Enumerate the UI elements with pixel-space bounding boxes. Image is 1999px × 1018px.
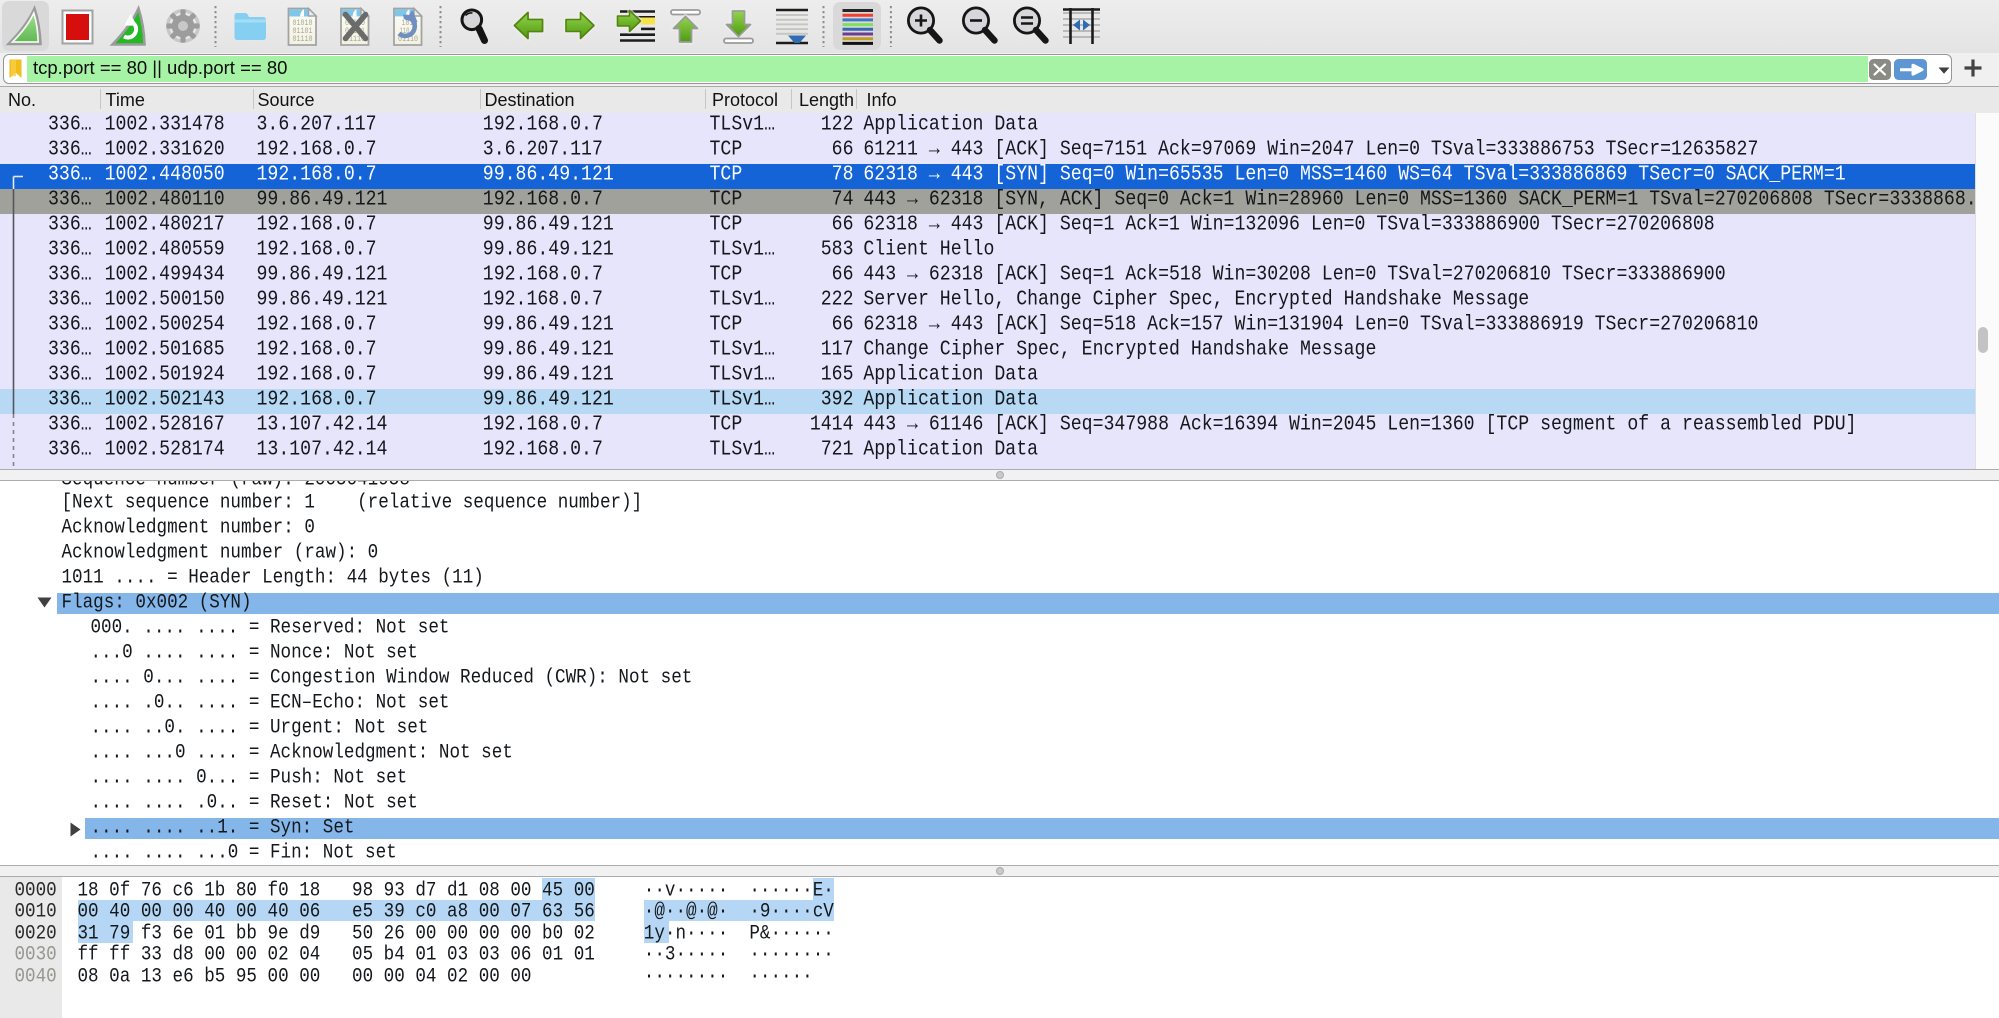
svg-text:01110: 01110 xyxy=(293,35,313,44)
